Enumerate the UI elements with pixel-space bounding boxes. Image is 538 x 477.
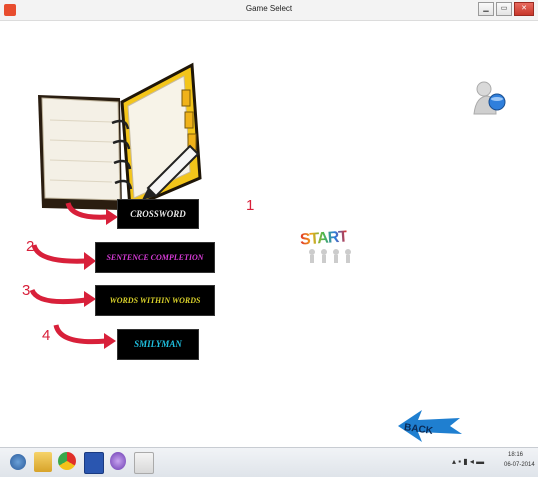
number-2: 2 (26, 238, 35, 255)
smilyman-button[interactable]: SMILYMAN (117, 329, 199, 360)
arrow-2-icon (31, 244, 87, 264)
clock-date[interactable]: 06-07-2014 (504, 462, 535, 468)
clock-time[interactable]: 18:16 (508, 452, 523, 458)
window-controls: ▁ ▭ ✕ (478, 2, 534, 16)
java-icon[interactable] (134, 452, 154, 474)
number-3: 3 (22, 282, 31, 299)
crossword-button[interactable]: CROSSWORD (117, 199, 199, 229)
start-button[interactable]: START (299, 228, 360, 268)
file-explorer-icon[interactable] (34, 452, 52, 472)
sentence-completion-button[interactable]: SENTENCE COMPLETION (95, 242, 215, 273)
words-within-words-button[interactable]: WORDS WITHIN WORDS (95, 285, 215, 316)
number-4: 4 (42, 327, 51, 344)
arrow-4-icon (53, 324, 107, 345)
window-title: Game Select (245, 4, 293, 13)
user-settings-icon[interactable] (470, 80, 510, 120)
word-icon[interactable] (84, 452, 104, 474)
number-1: 1 (246, 197, 255, 214)
media-icon[interactable] (110, 452, 126, 470)
close-button[interactable]: ✕ (514, 2, 534, 16)
maximize-button[interactable]: ▭ (496, 2, 512, 16)
back-button[interactable]: BACK (396, 406, 466, 446)
sentence-completion-label: SENTENCE COMPLETION (106, 253, 204, 262)
crossword-label: CROSSWORD (130, 209, 186, 219)
words-within-words-label: WORDS WITHIN WORDS (109, 296, 201, 305)
arrow-4-head-icon (104, 333, 116, 349)
minimize-button[interactable]: ▁ (478, 2, 494, 16)
chrome-icon[interactable] (58, 452, 76, 470)
arrows-group (29, 202, 118, 349)
title-bar: Game Select ▁ ▭ ✕ (0, 0, 538, 21)
start-orb-icon[interactable] (10, 454, 26, 470)
arrow-3-icon (29, 288, 87, 305)
start-figures-icon (309, 249, 351, 263)
smilyman-label: SMILYMAN (134, 339, 182, 349)
start-label: START (299, 228, 348, 249)
arrow-1-icon (65, 202, 109, 220)
binder-illustration (38, 62, 202, 210)
tray-icons[interactable]: ▴ ▪ ▮ ◂ ▬ (452, 457, 484, 466)
